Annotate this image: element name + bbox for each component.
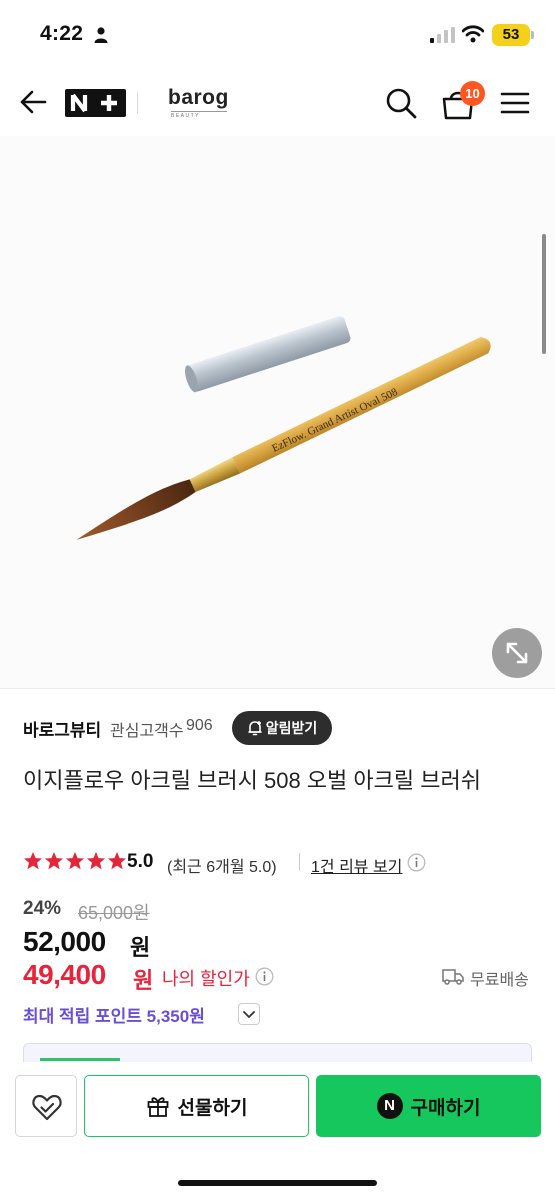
status-time: 4:22	[40, 22, 84, 45]
delivery-truck-icon	[442, 969, 464, 985]
image-scroll-indicator	[542, 234, 546, 354]
discount-rate: 24%	[23, 898, 62, 919]
gift-button[interactable]: 선물하기	[84, 1075, 309, 1137]
expand-arrows-icon	[506, 642, 528, 664]
brush-handle: EzFlow. Grand Artist Oval 508	[76, 336, 491, 540]
star-icon	[87, 852, 105, 870]
star-icon	[108, 852, 126, 870]
brand-logo-subtext: BEAUTY	[171, 111, 227, 119]
my-discount-price-label: 나의 할인가	[162, 969, 250, 989]
max-points-label: 최대 적립 포인트 5,350원	[23, 1007, 205, 1026]
sale-price: 52,000	[23, 926, 106, 957]
bell-plus-icon	[247, 721, 262, 736]
heart-icon	[32, 1094, 62, 1121]
bottom-action-bar: 선물하기 N 구매하기	[0, 1062, 555, 1200]
search-icon[interactable]	[384, 86, 418, 120]
free-shipping-label: 무료배송	[470, 972, 529, 989]
hamburger-menu-icon[interactable]	[500, 89, 530, 117]
wifi-icon	[462, 25, 484, 43]
image-expand-button[interactable]	[492, 628, 542, 678]
seller-name[interactable]: 바로그뷰티	[23, 716, 101, 741]
rating-divider	[299, 853, 300, 871]
cellular-signal-icon	[430, 27, 455, 43]
brand-logo-text: barog	[168, 86, 229, 109]
my-discount-price: 49,400	[23, 959, 106, 990]
status-bar: 4:22 53	[0, 0, 555, 70]
star-icon	[24, 852, 42, 870]
benefit-banner-accent	[40, 1058, 120, 1061]
battery-tip	[531, 31, 534, 39]
person-icon	[94, 27, 108, 43]
app-header: barog BEAUTY 10	[0, 70, 555, 136]
gift-button-label: 선물하기	[177, 1097, 248, 1119]
notification-subscribe-label: 알림받기	[265, 720, 318, 736]
cart-count-badge: 10	[460, 81, 485, 106]
original-price: 65,000원	[78, 903, 150, 923]
star-icon	[66, 852, 84, 870]
buy-button[interactable]: N 구매하기	[316, 1075, 541, 1137]
brush-cap	[185, 316, 351, 393]
home-indicator	[178, 1180, 377, 1186]
brush-cap-body	[186, 316, 351, 392]
points-expand-toggle[interactable]	[238, 1003, 260, 1025]
info-icon[interactable]	[407, 853, 426, 872]
follower-label: 관심고객수	[110, 723, 184, 740]
wishlist-button[interactable]	[15, 1075, 77, 1137]
star-icon	[45, 852, 63, 870]
follower-count: 906	[186, 717, 213, 734]
buy-button-label: 구매하기	[410, 1097, 481, 1119]
product-image[interactable]: EzFlow. Grand Artist Oval 508	[0, 136, 555, 688]
product-title: 이지플로우 아크릴 브러시 508 오벌 아크릴 브러쉬	[23, 768, 481, 793]
review-link[interactable]: 1건 리뷰 보기	[311, 853, 402, 877]
naver-plus-store-logo[interactable]	[65, 89, 126, 117]
naver-pay-icon: N	[376, 1093, 403, 1119]
brush-ferrule	[189, 457, 240, 493]
battery-indicator: 53	[492, 24, 530, 46]
my-discount-price-unit: 원	[133, 968, 154, 993]
rating-recent-period: (최근 6개월 5.0)	[167, 859, 277, 876]
chevron-down-icon	[243, 1011, 255, 1018]
brush-imprint-text: EzFlow. Grand Artist Oval 508	[270, 386, 400, 455]
naver-plus-mark-icon	[70, 93, 117, 113]
rating-value: 5.0	[127, 851, 154, 872]
gift-icon	[147, 1097, 168, 1117]
brush-bristles	[76, 479, 196, 540]
image-divider	[0, 688, 555, 689]
notification-subscribe-button[interactable]: 알림받기	[232, 711, 332, 745]
sale-price-unit: 원	[130, 935, 151, 960]
brand-logo[interactable]: barog BEAUTY	[168, 86, 228, 120]
header-divider	[137, 92, 138, 114]
acrylic-brush-photo: EzFlow. Grand Artist Oval 508	[76, 316, 491, 540]
info-icon[interactable]	[255, 967, 274, 986]
back-arrow-icon[interactable]	[18, 87, 48, 117]
star-rating	[23, 851, 127, 873]
